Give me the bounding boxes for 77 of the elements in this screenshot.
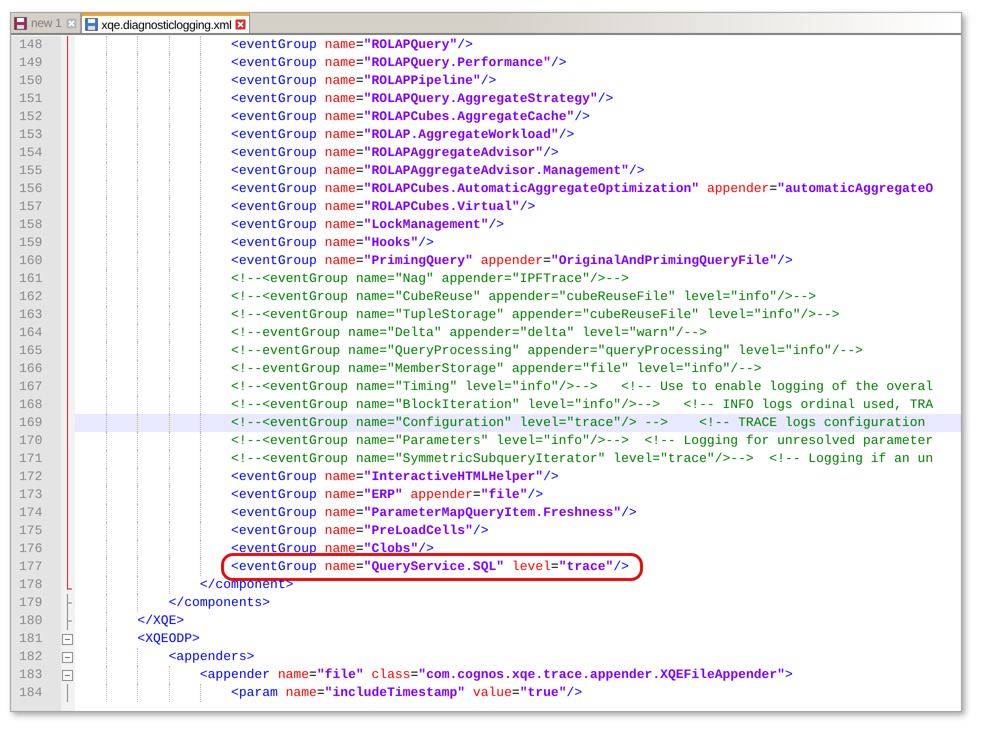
line-number: 166 xyxy=(19,361,42,376)
line-number: 152 xyxy=(19,109,42,124)
line-number: 184 xyxy=(19,685,42,700)
line-number: 151 xyxy=(19,91,42,106)
line-number: 170 xyxy=(19,433,42,448)
line-number: 174 xyxy=(19,505,42,520)
line-number: 163 xyxy=(19,307,42,322)
code-line: </component> xyxy=(200,577,294,592)
code-line: <eventGroup name="PreLoadCells"/> xyxy=(231,523,488,538)
code-line: <eventGroup name="ROLAPQuery.AggregateStrategy"/> xyxy=(231,91,614,106)
code-line: <eventGroup name="ROLAPCubes.Virtual"/> xyxy=(231,199,536,214)
line-number: 182 xyxy=(19,649,42,664)
code-line: <eventGroup name="Clobs"/> xyxy=(231,541,434,556)
code-line: <!--<eventGroup name="CubeReuse" appender="cubeReuseFile" level="info"/>--> xyxy=(231,289,816,304)
code-line: <appender name="file" class="com.cognos.xqe.trace.appender.XQEFileAppender"> xyxy=(200,667,793,682)
line-number: 176 xyxy=(19,541,42,556)
line-number: 161 xyxy=(19,271,42,286)
line-number: 158 xyxy=(19,217,42,232)
line-number: 173 xyxy=(19,487,42,502)
code-line: <eventGroup name="ParameterMapQueryItem.Freshness"/> xyxy=(231,505,637,520)
line-number: 181 xyxy=(19,631,42,646)
line-number: 168 xyxy=(19,397,42,412)
line-number: 167 xyxy=(19,379,42,394)
line-number: 150 xyxy=(19,73,42,88)
code-line: <!--<eventGroup name="Configuration" level="trace"/> --> <!-- TRACE logs configuration xyxy=(231,415,926,430)
code-line: <eventGroup name="PrimingQuery" appender="OriginalAndPrimingQueryFile"/> xyxy=(231,253,793,268)
code-line: <!--<eventGroup name="Timing" level="info"/>--> <!-- Use to enable logging of the overal xyxy=(231,379,934,394)
code-line: <!--<eventGroup name="Nag" appender="IPFTrace"/>--> xyxy=(231,271,629,286)
line-number: 183 xyxy=(19,667,42,682)
line-number: 172 xyxy=(19,469,42,484)
code-line: <eventGroup name="LockManagement"/> xyxy=(231,217,504,232)
code-line: <!--<eventGroup name="SymmetricSubqueryIterator" level="trace"/>--> <!-- Logging if an un xyxy=(231,451,934,466)
line-number: 148 xyxy=(19,37,42,52)
code-line: <!--<eventGroup name="BlockIteration" level="info"/>--> <!-- INFO logs ordinal used, TRA xyxy=(231,397,934,412)
line-number: 162 xyxy=(19,289,42,304)
code-line: <eventGroup name="InteractiveHTMLHelper"/> xyxy=(231,469,559,484)
code-line: <!--eventGroup name="QueryProcessing" appender="queryProcessing" level="info"/--> xyxy=(231,343,863,358)
code-line: <!--eventGroup name="MemberStorage" appender="file" level="info"/--> xyxy=(231,361,762,376)
line-number: 165 xyxy=(19,343,42,358)
line-number: 169 xyxy=(19,415,42,430)
code-line: <eventGroup name="ROLAPCubes.AggregateCache"/> xyxy=(231,109,590,124)
code-line: <eventGroup name="ROLAPCubes.AutomaticAggregateOptimization" appender="automaticAggregateO xyxy=(231,181,934,196)
line-number: 175 xyxy=(19,523,42,538)
code-line: <eventGroup name="ROLAPQuery"/> xyxy=(231,37,473,52)
line-number: 177 xyxy=(19,559,42,574)
line-number: 179 xyxy=(19,595,42,610)
code-line: </components> xyxy=(168,595,270,610)
close-icon[interactable] xyxy=(235,19,246,30)
line-number: 155 xyxy=(19,163,42,178)
line-number: 157 xyxy=(19,199,42,214)
code-line: <!--<eventGroup name="TupleStorage" appender="cubeReuseFile" level="info"/>--> xyxy=(231,307,840,322)
line-number: 149 xyxy=(19,55,42,70)
fold-line xyxy=(67,684,68,702)
code-line: <eventGroup name="ROLAP.AggregateWorkload"/> xyxy=(231,127,574,142)
line-number: 164 xyxy=(19,325,42,340)
code-line: <eventGroup name="QueryService.SQL" level="trace"/> xyxy=(231,559,629,574)
code-line: <eventGroup name="ERP" appender="file"/> xyxy=(231,487,544,502)
code-line: <eventGroup name="ROLAPAggregateAdvisor.Management"/> xyxy=(231,163,645,178)
code-line: <eventGroup name="ROLAPPipeline"/> xyxy=(231,73,496,88)
file-tab[interactable]: xqe.diagnosticlogging.xml xyxy=(80,13,250,33)
code-line: <XQEODP> xyxy=(137,631,200,646)
code-line: <eventGroup name="ROLAPAggregateAdvisor"/> xyxy=(231,145,559,160)
code-line: </XQE> xyxy=(137,613,184,628)
code-line: <param name="includeTimestamp" value="true"/> xyxy=(231,685,582,700)
line-number: 178 xyxy=(19,577,42,592)
line-number: 159 xyxy=(19,235,42,250)
code-line: <!--eventGroup name="Delta" appender="delta" level="warn"/--> xyxy=(231,325,707,340)
line-number: 180 xyxy=(19,613,42,628)
line-number: 171 xyxy=(19,451,42,466)
line-number: 154 xyxy=(19,145,42,160)
line-number: 156 xyxy=(19,181,42,196)
code-line: <!--<eventGroup name="Parameters" level="info"/>--> <!-- Logging for unresolved parameter xyxy=(231,433,934,448)
code-line: <eventGroup name="ROLAPQuery.Performance"/> xyxy=(231,55,567,70)
line-number: 160 xyxy=(19,253,42,268)
code-line: <eventGroup name="Hooks"/> xyxy=(231,235,434,250)
code-line: <appenders> xyxy=(168,649,254,664)
line-number: 153 xyxy=(19,127,42,142)
